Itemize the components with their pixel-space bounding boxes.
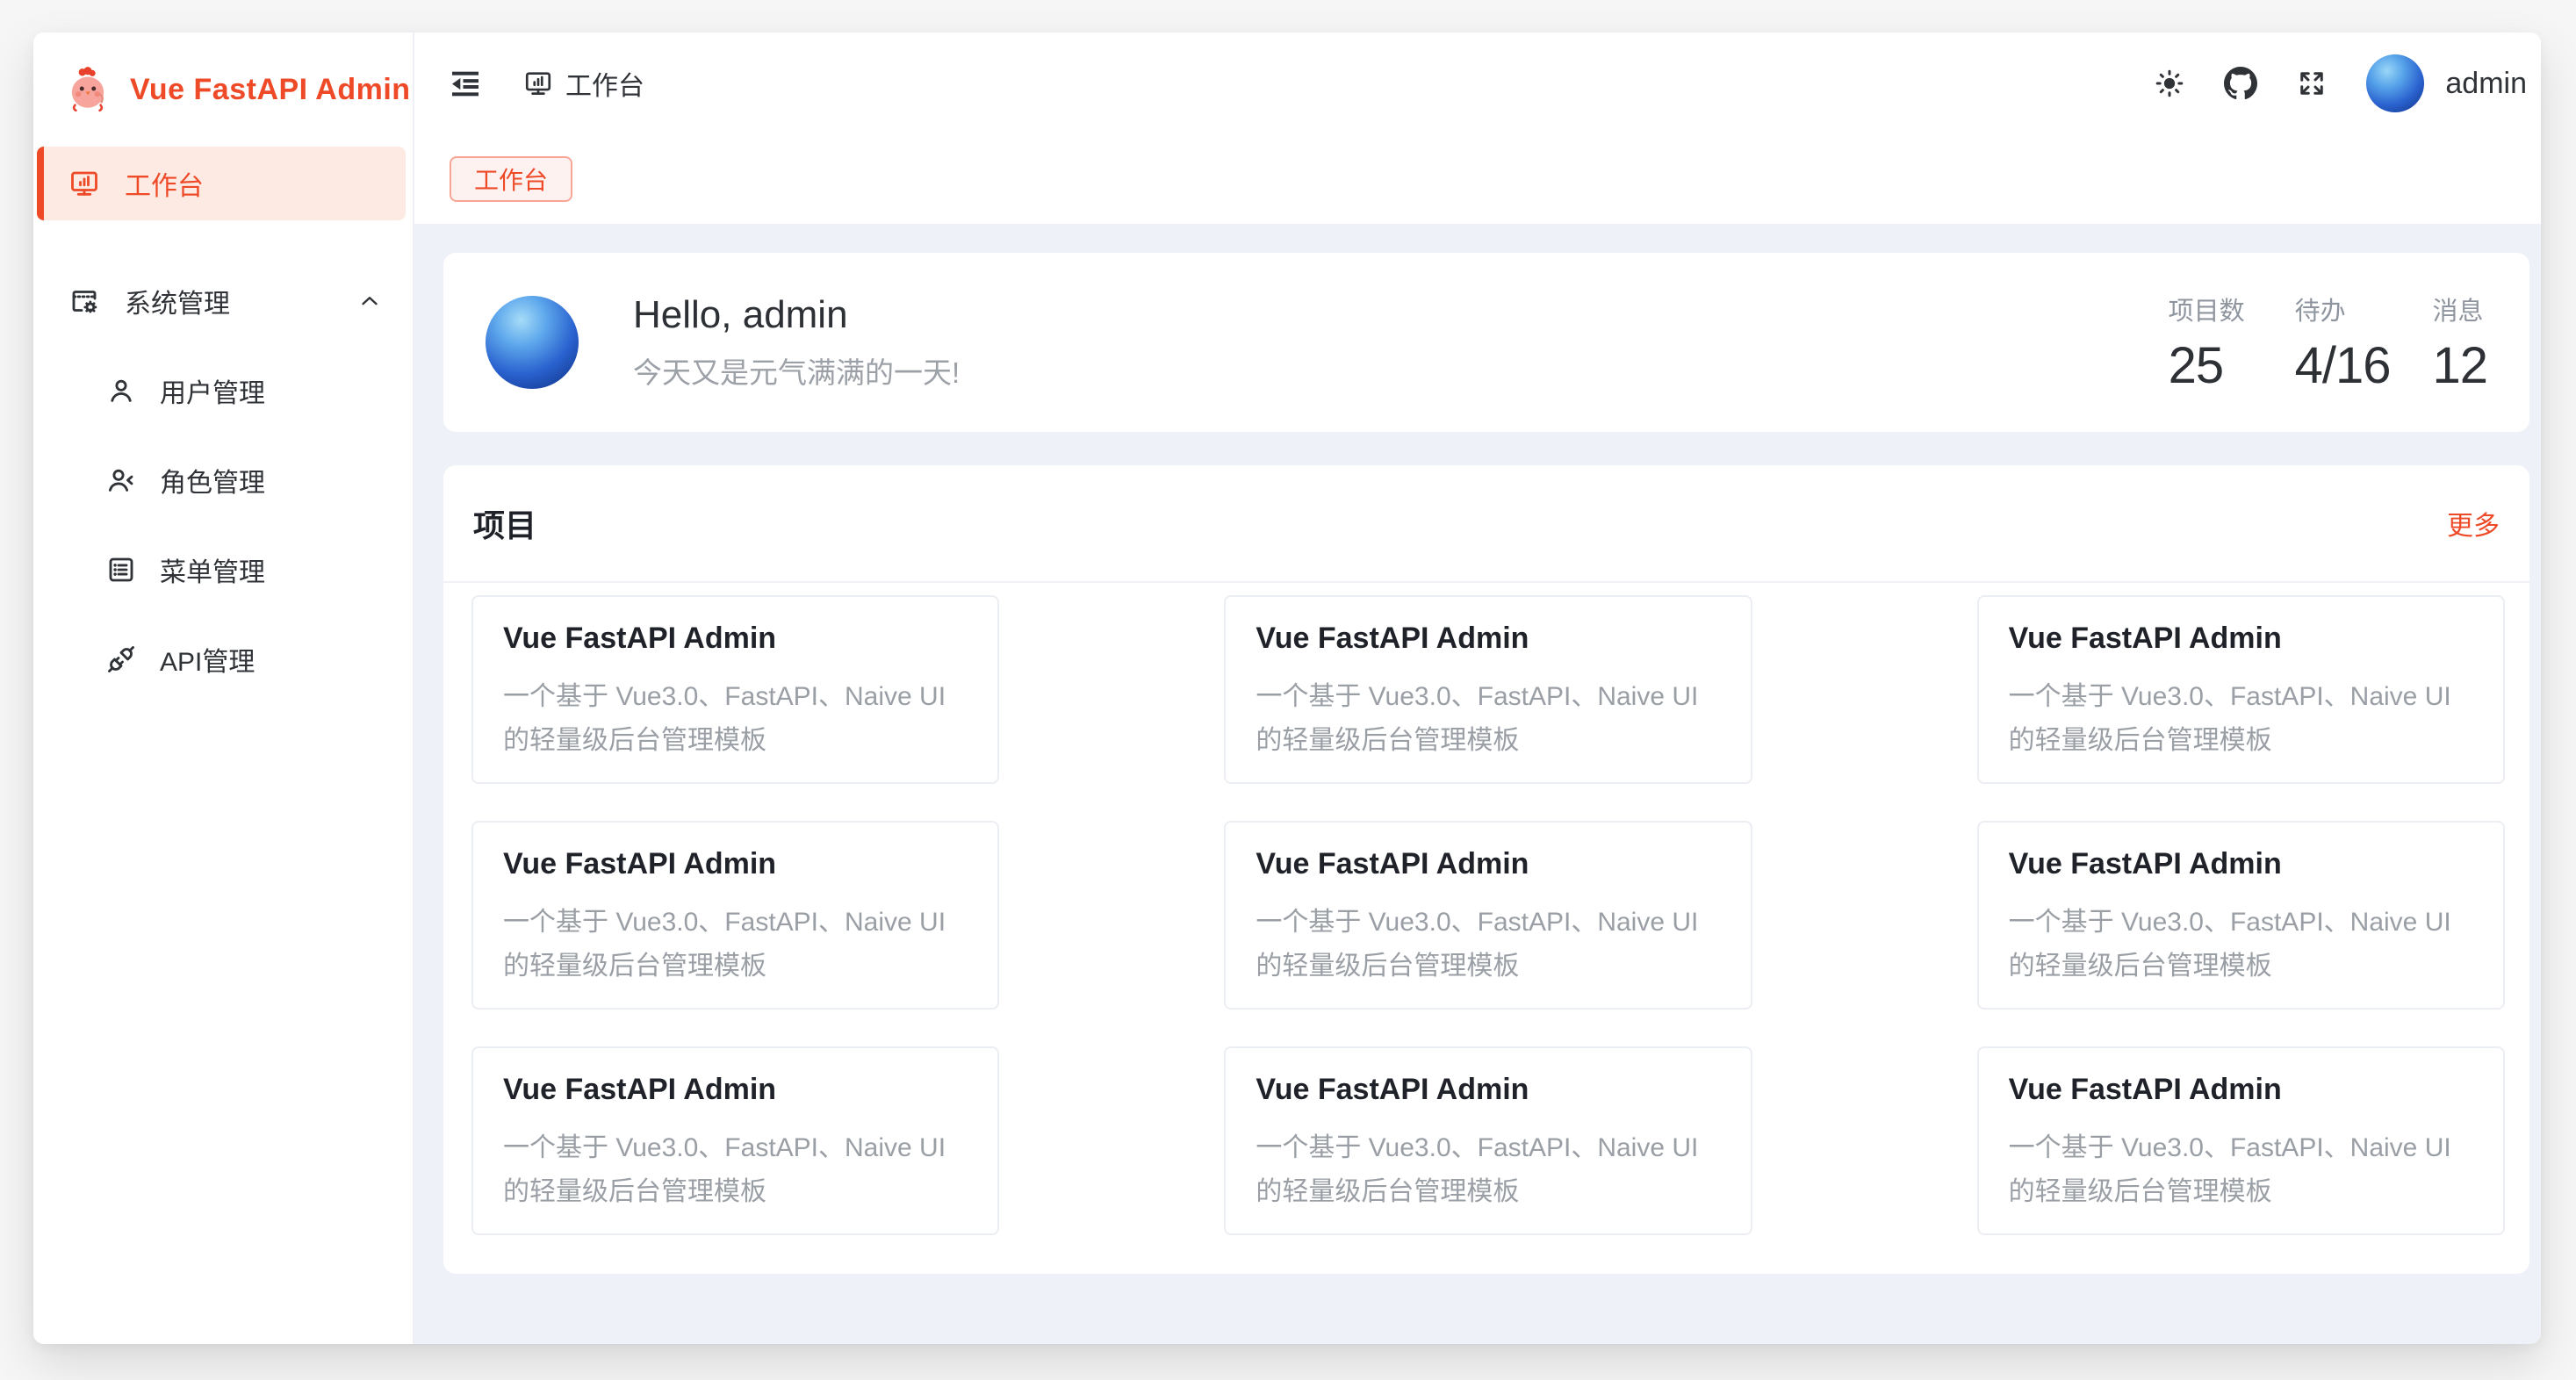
project-card[interactable]: Vue FastAPI Admin 一个基于 Vue3.0、FastAPI、Na…: [1977, 1046, 2505, 1235]
project-card[interactable]: Vue FastAPI Admin 一个基于 Vue3.0、FastAPI、Na…: [471, 821, 999, 1010]
topbar: 工作台 admin 工作台: [414, 32, 2541, 224]
stat-todos: 待办 4/16: [2295, 291, 2391, 395]
greeting-title: Hello, admin: [633, 293, 960, 337]
role-icon: [105, 464, 137, 496]
app-window: Vue FastAPI Admin 工作台 系统管理 用户管理 角色管理: [33, 32, 2541, 1344]
projects-header: 项目 更多: [443, 465, 2529, 583]
user-icon: [105, 375, 137, 406]
sidebar-item-user-management[interactable]: 用户管理: [37, 354, 406, 428]
project-description: 一个基于 Vue3.0、FastAPI、Naive UI 的轻量级后台管理模板: [1256, 1126, 1720, 1214]
sidebar-collapse-icon[interactable]: [448, 66, 483, 101]
sidebar-item-label: 角色管理: [160, 461, 265, 500]
github-icon[interactable]: [2224, 67, 2257, 100]
greeting-card: Hello, admin 今天又是元气满满的一天! 项目数 25 待办 4/16…: [443, 253, 2529, 432]
project-card[interactable]: Vue FastAPI Admin 一个基于 Vue3.0、FastAPI、Na…: [1977, 821, 2505, 1010]
project-description: 一个基于 Vue3.0、FastAPI、Naive UI 的轻量级后台管理模板: [2009, 1126, 2473, 1214]
content: Hello, admin 今天又是元气满满的一天! 项目数 25 待办 4/16…: [414, 224, 2541, 1344]
breadcrumb[interactable]: 工作台: [523, 64, 644, 103]
sidebar-menu: 工作台 系统管理 用户管理 角色管理 菜单管理 API管理: [33, 147, 413, 712]
project-description: 一个基于 Vue3.0、FastAPI、Naive UI 的轻量级后台管理模板: [2009, 675, 2473, 763]
project-description: 一个基于 Vue3.0、FastAPI、Naive UI 的轻量级后台管理模板: [503, 675, 968, 763]
project-description: 一个基于 Vue3.0、FastAPI、Naive UI 的轻量级后台管理模板: [1256, 675, 1720, 763]
project-description: 一个基于 Vue3.0、FastAPI、Naive UI 的轻量级后台管理模板: [503, 1126, 968, 1214]
project-card[interactable]: Vue FastAPI Admin 一个基于 Vue3.0、FastAPI、Na…: [1977, 595, 2505, 784]
project-card[interactable]: Vue FastAPI Admin 一个基于 Vue3.0、FastAPI、Na…: [1224, 1046, 1752, 1235]
stat-value: 12: [2432, 336, 2487, 395]
project-title: Vue FastAPI Admin: [1256, 1073, 1720, 1107]
projects-title: 项目: [473, 500, 536, 546]
tags-bar: 工作台: [414, 134, 2541, 224]
sidebar-item-workbench[interactable]: 工作台: [37, 147, 406, 220]
brand[interactable]: Vue FastAPI Admin: [33, 32, 413, 147]
workbench-icon: [68, 168, 100, 199]
user-avatar[interactable]: [2366, 54, 2424, 112]
user-name[interactable]: admin: [2445, 67, 2527, 101]
sidebar-item-label: API管理: [160, 640, 255, 679]
stat-value: 4/16: [2295, 336, 2391, 395]
greeting-avatar: [486, 296, 579, 389]
main-area: 工作台 admin 工作台 Hello, admin: [414, 32, 2541, 1344]
project-description: 一个基于 Vue3.0、FastAPI、Naive UI 的轻量级后台管理模板: [2009, 901, 2473, 988]
stat-label: 项目数: [2169, 291, 2253, 327]
brand-name: Vue FastAPI Admin: [130, 73, 411, 107]
sidebar-item-label: 菜单管理: [160, 550, 265, 589]
project-card[interactable]: Vue FastAPI Admin 一个基于 Vue3.0、FastAPI、Na…: [1224, 821, 1752, 1010]
stat-label: 待办: [2295, 291, 2391, 327]
tag-workbench[interactable]: 工作台: [450, 156, 572, 202]
project-description: 一个基于 Vue3.0、FastAPI、Naive UI 的轻量级后台管理模板: [503, 901, 968, 988]
sidebar-item-api-management[interactable]: API管理: [37, 622, 406, 696]
system-settings-icon: [68, 285, 100, 317]
sidebar-item-menu-management[interactable]: 菜单管理: [37, 533, 406, 607]
projects-grid: Vue FastAPI Admin 一个基于 Vue3.0、FastAPI、Na…: [443, 583, 2529, 1274]
header-actions: admin: [2154, 54, 2527, 112]
chick-logo-icon: [63, 65, 112, 114]
sidebar-item-label: 系统管理: [125, 282, 230, 320]
active-indicator-bar: [37, 147, 44, 220]
breadcrumb-label: 工作台: [565, 64, 644, 103]
stat-projects: 项目数 25: [2169, 291, 2253, 395]
fullscreen-icon[interactable]: [2296, 68, 2328, 99]
theme-sun-icon[interactable]: [2154, 68, 2185, 99]
project-title: Vue FastAPI Admin: [503, 847, 968, 881]
stats: 项目数 25 待办 4/16 消息 12: [2169, 291, 2487, 395]
chevron-up-icon: [356, 288, 383, 314]
project-card[interactable]: Vue FastAPI Admin 一个基于 Vue3.0、FastAPI、Na…: [1224, 595, 1752, 784]
stat-label: 消息: [2432, 291, 2487, 327]
project-description: 一个基于 Vue3.0、FastAPI、Naive UI 的轻量级后台管理模板: [1256, 901, 1720, 988]
sidebar-item-label: 工作台: [125, 164, 204, 203]
sidebar-item-label: 用户管理: [160, 371, 265, 410]
plug-icon: [105, 643, 137, 675]
projects-card: 项目 更多 Vue FastAPI Admin 一个基于 Vue3.0、Fast…: [443, 465, 2529, 1274]
stat-value: 25: [2169, 336, 2253, 395]
project-title: Vue FastAPI Admin: [1256, 847, 1720, 881]
sidebar: Vue FastAPI Admin 工作台 系统管理 用户管理 角色管理: [33, 32, 414, 1344]
project-card[interactable]: Vue FastAPI Admin 一个基于 Vue3.0、FastAPI、Na…: [471, 595, 999, 784]
menu-list-icon: [105, 554, 137, 586]
header: 工作台 admin: [414, 32, 2541, 134]
project-title: Vue FastAPI Admin: [503, 1073, 968, 1107]
project-title: Vue FastAPI Admin: [2009, 622, 2473, 656]
project-title: Vue FastAPI Admin: [1256, 622, 1720, 656]
project-card[interactable]: Vue FastAPI Admin 一个基于 Vue3.0、FastAPI、Na…: [471, 1046, 999, 1235]
project-title: Vue FastAPI Admin: [503, 622, 968, 656]
project-title: Vue FastAPI Admin: [2009, 847, 2473, 881]
stat-messages: 消息 12: [2432, 291, 2487, 395]
sidebar-item-role-management[interactable]: 角色管理: [37, 443, 406, 517]
greeting-subtitle: 今天又是元气满满的一天!: [633, 349, 960, 392]
greeting-texts: Hello, admin 今天又是元气满满的一天!: [633, 293, 960, 392]
project-title: Vue FastAPI Admin: [2009, 1073, 2473, 1107]
workbench-icon: [523, 68, 553, 98]
more-link[interactable]: 更多: [2447, 504, 2500, 543]
sidebar-item-system-management[interactable]: 系统管理: [37, 264, 406, 338]
